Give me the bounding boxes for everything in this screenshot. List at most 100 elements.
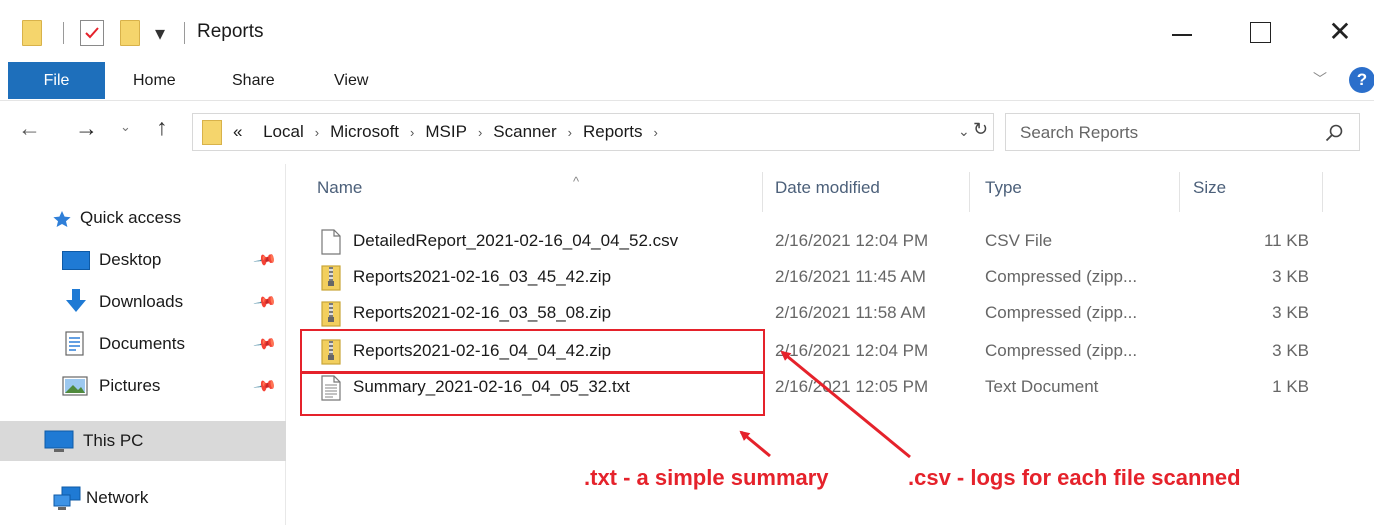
desktop-icon: [62, 251, 90, 270]
properties-icon[interactable]: [80, 20, 104, 46]
pin-icon[interactable]: 📌: [253, 289, 279, 315]
file-type: CSV File: [985, 231, 1053, 250]
table-row[interactable]: DetailedReport_2021-02-16_04_04_52.csv 2…: [287, 224, 1374, 260]
search-icon[interactable]: [1324, 123, 1344, 143]
search-box[interactable]: Search Reports: [1005, 113, 1360, 151]
sidebar-item-label: Pictures: [99, 376, 161, 395]
maximize-button[interactable]: [1238, 12, 1286, 52]
file-size: 3 KB: [1272, 303, 1309, 322]
file-date: 2/16/2021 12:05 PM: [775, 377, 929, 396]
window-title: Reports: [197, 21, 264, 42]
sidebar-item-quick-access[interactable]: Quick access: [0, 200, 286, 236]
file-date: 2/16/2021 12:04 PM: [775, 341, 929, 360]
table-row[interactable]: Reports2021-02-16_03_58_08.zip 2/16/2021…: [287, 296, 1374, 332]
file-type: Compressed (zipp...: [985, 341, 1138, 360]
tab-home[interactable]: Home: [133, 62, 176, 99]
file-size: 3 KB: [1272, 267, 1309, 286]
breadcrumb-separator[interactable]: ›: [304, 125, 330, 140]
pin-icon[interactable]: 📌: [253, 247, 279, 273]
file-size: 3 KB: [1272, 341, 1309, 360]
file-type: Text Document: [985, 377, 1099, 396]
pin-icon[interactable]: 📌: [253, 331, 279, 357]
sidebar-item-desktop[interactable]: Desktop 📌: [0, 242, 286, 278]
documents-icon: [65, 331, 84, 356]
breadcrumb-microsoft[interactable]: Microsoft: [330, 122, 399, 141]
file-name[interactable]: DetailedReport_2021-02-16_04_04_52.csv: [353, 231, 678, 251]
file-name[interactable]: Reports2021-02-16_03_58_08.zip: [353, 303, 611, 323]
navigation-bar: ← → ⌄ ↑ « Local › Microsoft › MSIP › Scanner › R…: [0, 100, 1374, 164]
forward-arrow-icon[interactable]: →: [75, 115, 98, 142]
up-arrow-icon[interactable]: ↑: [156, 114, 168, 141]
column-header-size[interactable]: Size: [1193, 178, 1226, 198]
column-header-name[interactable]: ^ Name: [317, 174, 579, 198]
ribbon-tabs: File Home Share View ﹀ ?: [0, 62, 1374, 100]
file-type: Compressed (zipp...: [985, 267, 1138, 286]
sidebar-item-this-pc[interactable]: This PC: [0, 421, 286, 461]
expand-ribbon-icon[interactable]: ﹀: [1313, 69, 1327, 89]
file-date: 2/16/2021 11:45 AM: [775, 267, 926, 286]
column-divider[interactable]: [1322, 172, 1323, 212]
table-row[interactable]: Reports2021-02-16_03_45_42.zip 2/16/2021…: [287, 260, 1374, 296]
tab-share[interactable]: Share: [232, 62, 275, 99]
sidebar-item-documents[interactable]: Documents 📌: [0, 326, 286, 362]
minimize-button[interactable]: [1160, 12, 1208, 52]
sidebar-item-network[interactable]: Network: [0, 480, 286, 516]
file-size: 1 KB: [1272, 377, 1309, 396]
column-divider[interactable]: [762, 172, 763, 212]
sidebar-item-pictures[interactable]: Pictures 📌: [0, 368, 286, 404]
folder-icon: [202, 120, 222, 145]
star-icon: [53, 211, 71, 227]
breadcrumb-separator[interactable]: ›: [467, 125, 493, 140]
annotation-txt-label: .txt - a simple summary: [584, 465, 829, 490]
column-divider[interactable]: [1179, 172, 1180, 212]
quick-access-separator: [63, 22, 64, 44]
csv-file-icon: [321, 229, 341, 255]
sidebar-item-label: Desktop: [99, 250, 162, 269]
breadcrumb-scanner[interactable]: Scanner: [493, 122, 556, 141]
recent-locations-chevron-icon[interactable]: ⌄: [120, 119, 131, 135]
breadcrumb-reports[interactable]: Reports: [583, 122, 643, 141]
quick-access-separator: [184, 22, 185, 44]
folder-icon[interactable]: [22, 20, 42, 46]
pictures-icon: [62, 376, 88, 396]
breadcrumb-separator[interactable]: ›: [399, 125, 425, 140]
annotation-csv-label: .csv - logs for each file scanned: [908, 465, 1241, 490]
network-icon: [53, 486, 81, 510]
file-name[interactable]: Reports2021-02-16_03_45_42.zip: [353, 267, 611, 287]
sidebar-item-label: Network: [86, 488, 149, 507]
breadcrumb-local[interactable]: Local: [263, 122, 304, 141]
downloads-icon: [66, 289, 86, 312]
title-bar: ▾ Reports ✕: [0, 0, 1374, 62]
file-type: Compressed (zipp...: [985, 303, 1138, 322]
back-arrow-icon[interactable]: ←: [18, 115, 41, 142]
help-icon[interactable]: ?: [1349, 67, 1374, 93]
breadcrumb-separator[interactable]: ›: [643, 125, 669, 140]
refresh-icon[interactable]: ↻: [973, 119, 988, 140]
breadcrumb-msip[interactable]: MSIP: [425, 122, 467, 141]
breadcrumb-separator[interactable]: ›: [557, 125, 583, 140]
sidebar-item-label: Documents: [99, 334, 185, 353]
customize-toolbar-icon[interactable]: ▾: [155, 21, 165, 46]
close-button[interactable]: ✕: [1316, 12, 1364, 52]
new-folder-icon[interactable]: [120, 20, 140, 46]
address-bar[interactable]: « Local › Microsoft › MSIP › Scanner › Reports › …: [192, 113, 994, 151]
computer-icon: [44, 430, 74, 452]
sort-ascending-icon: ^: [573, 174, 580, 189]
navigation-pane: Quick access Desktop 📌 Downloads 📌 Docum…: [0, 164, 286, 525]
file-date: 2/16/2021 12:04 PM: [775, 231, 929, 250]
highlight-box-zip: [300, 329, 765, 373]
sidebar-item-label: This PC: [83, 431, 144, 450]
pin-icon[interactable]: 📌: [253, 373, 279, 399]
column-header-date[interactable]: Date modified: [775, 178, 880, 198]
highlight-box-txt: [300, 372, 765, 416]
column-header-label: Name: [317, 178, 363, 197]
sidebar-item-downloads[interactable]: Downloads 📌: [0, 284, 286, 320]
file-size: 11 KB: [1263, 231, 1309, 250]
tab-file[interactable]: File: [8, 62, 105, 99]
column-divider[interactable]: [969, 172, 970, 212]
tab-view[interactable]: View: [334, 62, 368, 99]
search-input[interactable]: Search Reports: [1020, 123, 1138, 143]
address-dropdown-icon[interactable]: ⌄: [958, 123, 970, 140]
breadcrumb: « Local › Microsoft › MSIP › Scanner › Reports ›: [233, 122, 669, 142]
column-header-type[interactable]: Type: [985, 178, 1022, 198]
